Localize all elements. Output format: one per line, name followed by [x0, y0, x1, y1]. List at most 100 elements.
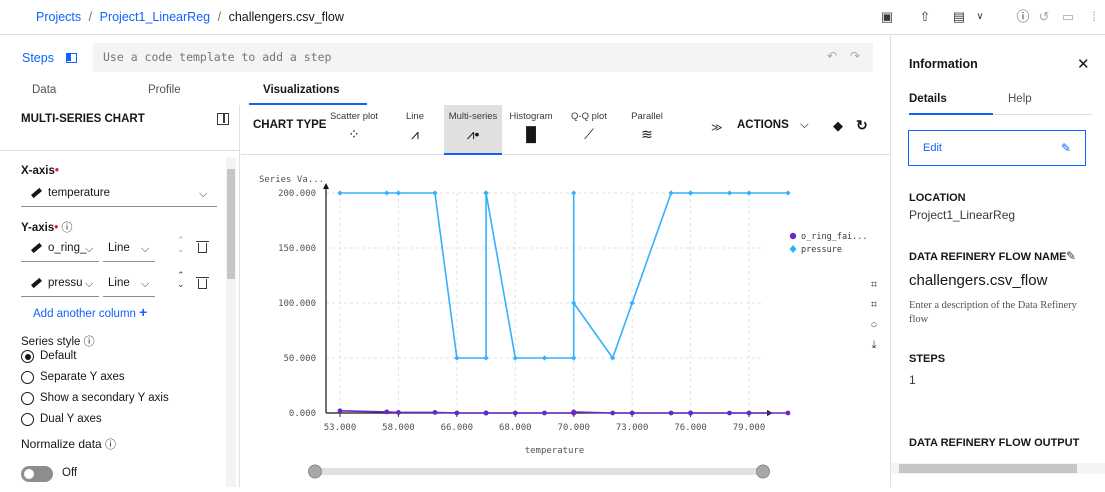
series-type-select[interactable]: Line ⌵ — [103, 236, 155, 262]
information-panel: Information ✕ Details Help Edit ✎ LOCATI… — [890, 35, 1105, 487]
trash-icon[interactable] — [196, 277, 209, 289]
history-icon[interactable]: ↺ — [1035, 8, 1053, 26]
line-chart-icon: ⩘ — [411, 126, 419, 142]
info-scrollbar[interactable] — [891, 463, 1105, 474]
active-tab-indicator — [909, 113, 993, 115]
series-line — [340, 192, 788, 360]
normalize-toggle[interactable] — [21, 466, 53, 482]
save-icon[interactable]: ▣ — [878, 8, 896, 26]
scroll-thumb[interactable] — [227, 169, 235, 279]
normalize-label: Normalize data ⓘ — [21, 437, 117, 451]
data-point — [746, 410, 752, 416]
breadcrumb: Projects / Project1_LinearReg / challeng… — [36, 10, 344, 24]
info-tab-help[interactable]: Help — [1008, 93, 1032, 105]
info-icon[interactable]: ⓘ — [1014, 8, 1032, 26]
flow-name-value: challengers.csv_flow — [909, 272, 1048, 289]
reorder-icon[interactable]: ⌃ ⌄ — [177, 271, 185, 289]
radio-label: Dual Y axes — [40, 413, 102, 425]
chevron-down-icon[interactable]: ∨ — [971, 8, 989, 26]
data-point — [726, 190, 733, 196]
trash-icon[interactable] — [196, 241, 209, 253]
data-point — [629, 410, 635, 416]
scroll-thumb[interactable] — [899, 464, 1077, 473]
chart-type-scatter[interactable]: Scatter plot ⁘ — [325, 105, 383, 155]
x-axis-title: temperature — [525, 446, 585, 456]
data-point — [483, 355, 489, 361]
data-point — [688, 410, 693, 416]
code-template-input[interactable] — [93, 43, 873, 72]
more-types-chevron-icon[interactable]: ≫ — [711, 121, 723, 134]
x-tick-label: 53.000 — [324, 423, 357, 433]
tab-data[interactable]: Data — [32, 84, 56, 96]
panel-scrollbar[interactable] — [226, 157, 236, 487]
edit-button[interactable]: Edit ✎ — [908, 130, 1086, 166]
radio-secondary-y-axis[interactable] — [21, 392, 34, 405]
chart-area: 0.000 50.000 100.000 150.000 200.000 53.000 58… — [241, 155, 890, 487]
data-point — [337, 408, 343, 414]
chart-type-qq-plot[interactable]: Q-Q plot ⟋ — [568, 105, 610, 155]
chevron-down-icon: ⌵ — [141, 278, 150, 290]
close-icon[interactable]: ✕ — [1077, 55, 1090, 73]
grid-icon[interactable]: ⁞ — [1085, 8, 1103, 26]
comment-icon[interactable]: ▭ — [1059, 8, 1077, 26]
steps-bar: Steps ↶ ↷ — [0, 35, 890, 78]
chevron-down-icon: ⌵ — [85, 278, 94, 290]
range-slider-handle-left — [308, 464, 322, 479]
breadcrumb-separator: / — [88, 10, 93, 24]
x-tick-label: 73.000 — [616, 423, 649, 433]
range-slider-track — [313, 468, 765, 475]
chart-type-parallel[interactable]: Parallel ≋ — [626, 105, 668, 155]
collapse-panel-icon[interactable] — [217, 113, 229, 125]
breadcrumb-project[interactable]: Project1_LinearReg — [100, 10, 211, 24]
breadcrumb-projects[interactable]: Projects — [36, 10, 81, 24]
flow-description[interactable]: Enter a description of the Data Refinery… — [909, 299, 1089, 327]
steps-label[interactable]: Steps — [22, 51, 54, 65]
data-point — [384, 190, 390, 196]
radio-separate-y-axes[interactable] — [21, 371, 34, 384]
upload-icon[interactable]: ⇧ — [916, 8, 934, 26]
edit-name-icon[interactable]: ✎ — [1066, 249, 1076, 263]
legend-label: o_ring_fai... — [801, 232, 868, 242]
download-icon[interactable]: ⤓ — [867, 338, 881, 352]
tab-visualizations[interactable]: Visualizations — [263, 84, 339, 96]
chart-type-histogram[interactable]: Histogram ▐▌ — [507, 105, 555, 155]
x-axis-select[interactable]: temperature ⌵ — [21, 181, 217, 207]
chart-type-multi-series[interactable]: Multi-series ⩘• — [444, 105, 502, 155]
undo-icon[interactable]: ↶ — [827, 49, 837, 63]
add-column-button[interactable]: Add another column + — [33, 304, 147, 320]
data-point — [432, 190, 438, 196]
radio-dual-y-axes[interactable] — [21, 413, 34, 426]
data-point — [483, 190, 489, 196]
y-axis-label: Y-axis• ⓘ — [21, 222, 73, 234]
toggle-state-label: Off — [62, 467, 78, 479]
tag-icon[interactable]: ◆ — [833, 118, 843, 134]
pencil-icon — [31, 187, 42, 199]
y-column-select[interactable]: pressu ⌵ — [21, 271, 99, 297]
chevron-down-icon: ⌵ — [85, 243, 94, 255]
series-type-select[interactable]: Line ⌵ — [103, 271, 155, 297]
zoom-icon[interactable]: ⌗ — [867, 278, 881, 292]
radio-default[interactable] — [21, 350, 34, 363]
breadcrumb-flow: challengers.csv_flow — [228, 10, 344, 24]
info-tab-details[interactable]: Details — [909, 93, 947, 105]
chart-type-line[interactable]: Line ⩘ — [397, 105, 433, 155]
legend-marker — [789, 232, 797, 240]
data-point — [454, 410, 460, 416]
restore-icon[interactable]: ○ — [867, 318, 881, 332]
tab-profile[interactable]: Profile — [148, 84, 181, 96]
steps-panel-icon[interactable] — [66, 53, 77, 63]
refresh-icon[interactable]: ↻ — [856, 117, 868, 134]
panel-title: MULTI-SERIES CHART — [21, 113, 145, 125]
schedule-icon[interactable]: ▤ — [950, 8, 968, 26]
data-point — [727, 410, 732, 416]
pencil-icon — [31, 242, 42, 254]
multi-series-chart: 0.000 50.000 100.000 150.000 200.000 53.000 58… — [259, 175, 868, 479]
y-column-select[interactable]: o_ring_ ⌵ — [21, 236, 99, 262]
actions-menu[interactable]: ACTIONS ⌵ — [737, 119, 809, 132]
zoom-reset-icon[interactable]: ⌗ — [867, 298, 881, 312]
redo-icon[interactable]: ↷ — [850, 49, 860, 63]
data-point — [454, 355, 460, 361]
chevron-down-icon: ⌵ — [199, 188, 208, 200]
legend-label: pressure — [801, 245, 842, 255]
reorder-icon[interactable]: ⌃ ⌄ — [177, 236, 185, 254]
